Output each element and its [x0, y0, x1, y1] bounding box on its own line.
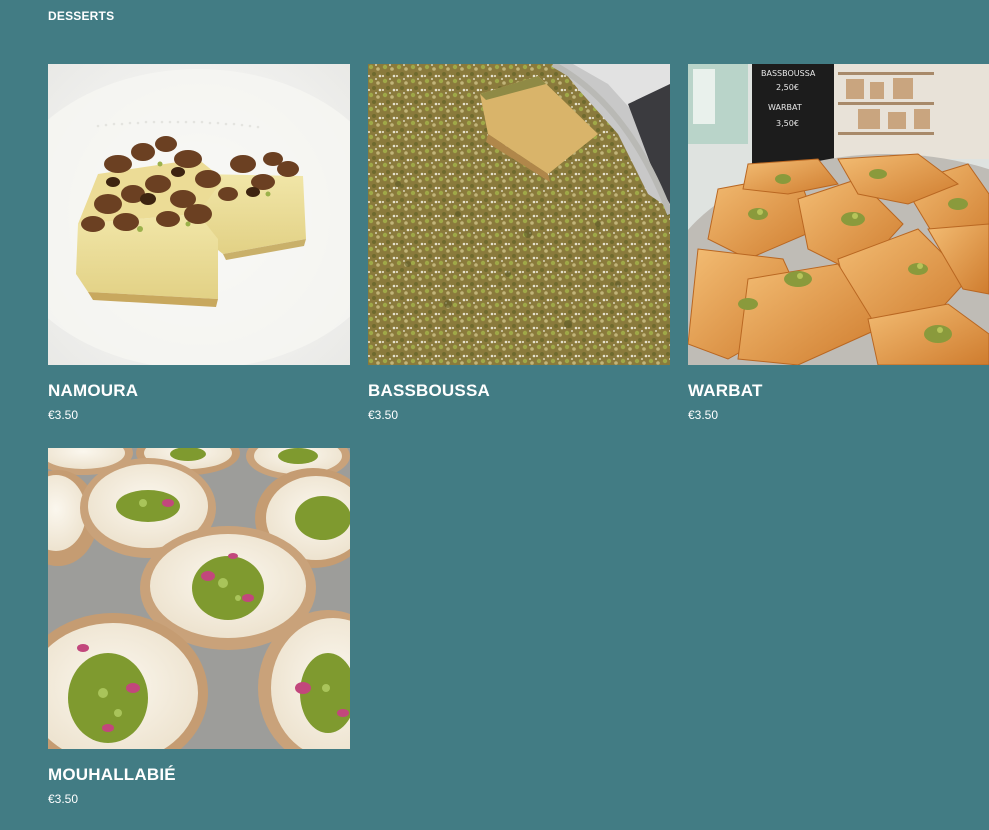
sign-text-2: 2,50€	[776, 83, 799, 92]
product-name[interactable]: MOUHALLABIÉ	[48, 765, 350, 785]
product-price: €3.50	[48, 792, 79, 806]
sign-text-4: 3,50€	[776, 119, 799, 128]
product-name[interactable]: WARBAT	[688, 381, 989, 401]
product-card-mouhallabie[interactable]: MOUHALLABIÉ €3.50	[48, 448, 350, 806]
namoura-image[interactable]	[48, 64, 350, 365]
product-card-namoura[interactable]: NAMOURA €3.50	[48, 64, 350, 422]
section-title: DESSERTS	[48, 9, 115, 23]
sign-text-3: WARBAT	[768, 103, 802, 112]
product-price: €3.50	[48, 408, 79, 422]
product-card-bassboussa[interactable]: BASSBOUSSA €3.50	[368, 64, 670, 422]
bassboussa-image[interactable]	[368, 64, 670, 365]
warbat-image[interactable]: BASSBOUSSA 2,50€ WARBAT 3,50€	[688, 64, 989, 365]
product-name[interactable]: NAMOURA	[48, 381, 350, 401]
product-card-warbat[interactable]: BASSBOUSSA 2,50€ WARBAT 3,50€ WARBAT €3.…	[688, 64, 989, 422]
mouhallabie-image[interactable]	[48, 448, 350, 749]
product-price: €3.50	[688, 408, 719, 422]
product-name[interactable]: BASSBOUSSA	[368, 381, 670, 401]
sign-text-1: BASSBOUSSA	[761, 69, 816, 78]
product-price: €3.50	[368, 408, 399, 422]
